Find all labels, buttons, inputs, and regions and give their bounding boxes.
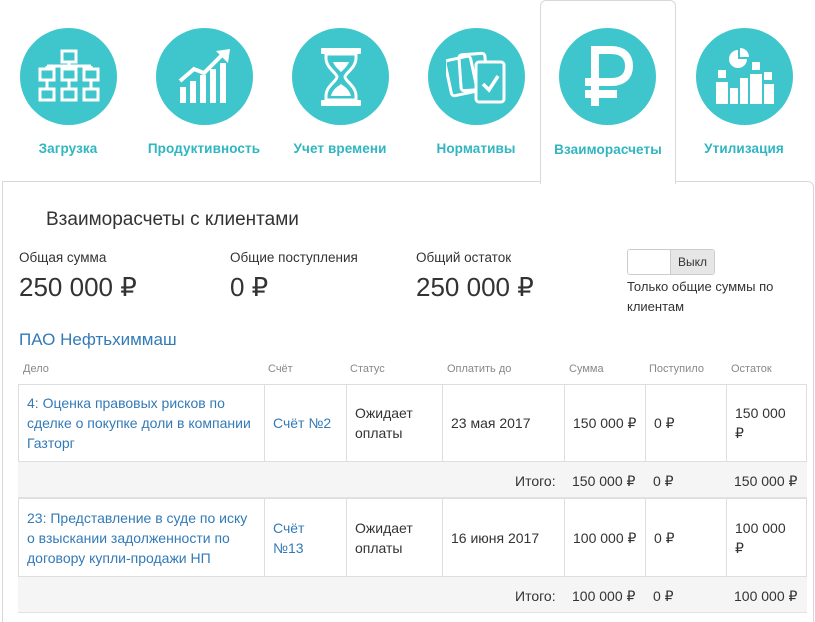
total-received-label: Общие поступления	[230, 250, 358, 265]
totals-only-toggle[interactable]: Выкл	[627, 249, 715, 275]
due-date-cell: 23 мая 2017	[442, 384, 565, 462]
subtotal-label: Итого:	[515, 473, 556, 489]
tab-produktivnost[interactable]: Продуктивность	[136, 0, 272, 182]
col-header-status: Статус	[350, 363, 385, 375]
col-header-invoice: Счёт	[268, 363, 293, 375]
due-date-cell: 16 июня 2017	[442, 498, 565, 577]
tab-label: Нормативы	[436, 141, 516, 156]
invoice-link[interactable]: Счёт №13	[264, 498, 347, 577]
received-cell: 0 ₽	[645, 498, 727, 577]
tab-uchet-vremeni[interactable]: Учет времени	[272, 0, 408, 182]
subtotal-amount: 150 000 ₽	[572, 473, 636, 489]
hierarchy-icon	[20, 28, 117, 125]
total-sum: Общая сумма 250 000 ₽	[19, 250, 137, 303]
total-sum-value: 250 000 ₽	[19, 272, 137, 302]
tab-label: Загрузка	[38, 141, 98, 156]
tab-label: Взаиморасчеты	[554, 142, 662, 157]
subtotal-label: Итого:	[515, 588, 556, 604]
ruble-icon	[559, 28, 656, 125]
amount-cell: 150 000 ₽	[564, 384, 646, 462]
amount-cell: 100 000 ₽	[564, 498, 646, 577]
subtotal-balance: 150 000 ₽	[734, 473, 798, 489]
growth-chart-icon	[156, 28, 253, 125]
col-header-balance: Остаток	[731, 363, 772, 375]
balance-cell: 100 000 ₽	[726, 498, 807, 577]
case-link[interactable]: 4: Оценка правовых рисков по сделке о по…	[18, 384, 265, 462]
total-balance-label: Общий остаток	[416, 250, 512, 265]
subtotal-received: 0 ₽	[653, 588, 674, 604]
tab-label: Продуктивность	[147, 141, 261, 156]
status-cell: Ожидает оплаты	[346, 384, 443, 462]
subtotal-received: 0 ₽	[653, 473, 674, 489]
tab-vzaimoraschety[interactable]: Взаиморасчеты	[540, 0, 676, 184]
toggle-state-label: Выкл	[670, 250, 714, 274]
table-row: 4: Оценка правовых рисков по сделке о по…	[18, 384, 807, 462]
col-header-case: Дело	[23, 363, 49, 375]
tab-label: Учет времени	[293, 141, 387, 156]
section-tabs: Загрузка Продуктивность Учет времени Нор…	[0, 0, 815, 184]
tab-label: Утилизация	[704, 141, 784, 156]
page-title: Взаиморасчеты с клиентами	[46, 209, 299, 230]
received-cell: 0 ₽	[645, 384, 727, 462]
toggle-caption: Только общие суммы по клиентам	[627, 279, 774, 314]
col-header-amount: Сумма	[569, 363, 604, 375]
cards-check-icon	[428, 28, 525, 125]
hourglass-icon	[292, 28, 389, 125]
client-name-link[interactable]: ПАО Нефтьхиммаш	[19, 330, 177, 350]
status-cell: Ожидает оплаты	[346, 498, 443, 577]
case-link[interactable]: 23: Представление в суде по иску о взыск…	[18, 498, 265, 577]
invoice-link[interactable]: Счёт №2	[264, 384, 347, 462]
total-balance: Общий остаток 250 000 ₽	[416, 250, 534, 303]
col-header-received: Поступило	[649, 363, 704, 375]
subtotal-row: Итого: 150 000 ₽ 0 ₽ 150 000 ₽	[18, 462, 807, 498]
balance-cell: 150 000 ₽	[726, 384, 807, 462]
table-row: 23: Представление в суде по иску о взыск…	[18, 498, 807, 577]
subtotal-balance: 100 000 ₽	[734, 588, 798, 604]
total-balance-value: 250 000 ₽	[416, 272, 534, 302]
settlements-panel: Взаиморасчеты с клиентами Общая сумма 25…	[2, 181, 814, 622]
total-sum-label: Общая сумма	[19, 250, 107, 265]
subtotal-row: Итого: 100 000 ₽ 0 ₽ 100 000 ₽	[18, 577, 807, 613]
subtotal-amount: 100 000 ₽	[572, 588, 636, 604]
tab-normativy[interactable]: Нормативы	[408, 0, 544, 182]
utilization-icon	[696, 28, 793, 125]
total-received: Общие поступления 0 ₽	[230, 250, 358, 303]
total-received-value: 0 ₽	[230, 272, 269, 302]
tab-utilizatsiya[interactable]: Утилизация	[676, 0, 812, 182]
tab-zagruzka[interactable]: Загрузка	[0, 0, 136, 182]
col-header-due: Оплатить до	[447, 363, 512, 375]
toggle-knob	[628, 250, 671, 274]
